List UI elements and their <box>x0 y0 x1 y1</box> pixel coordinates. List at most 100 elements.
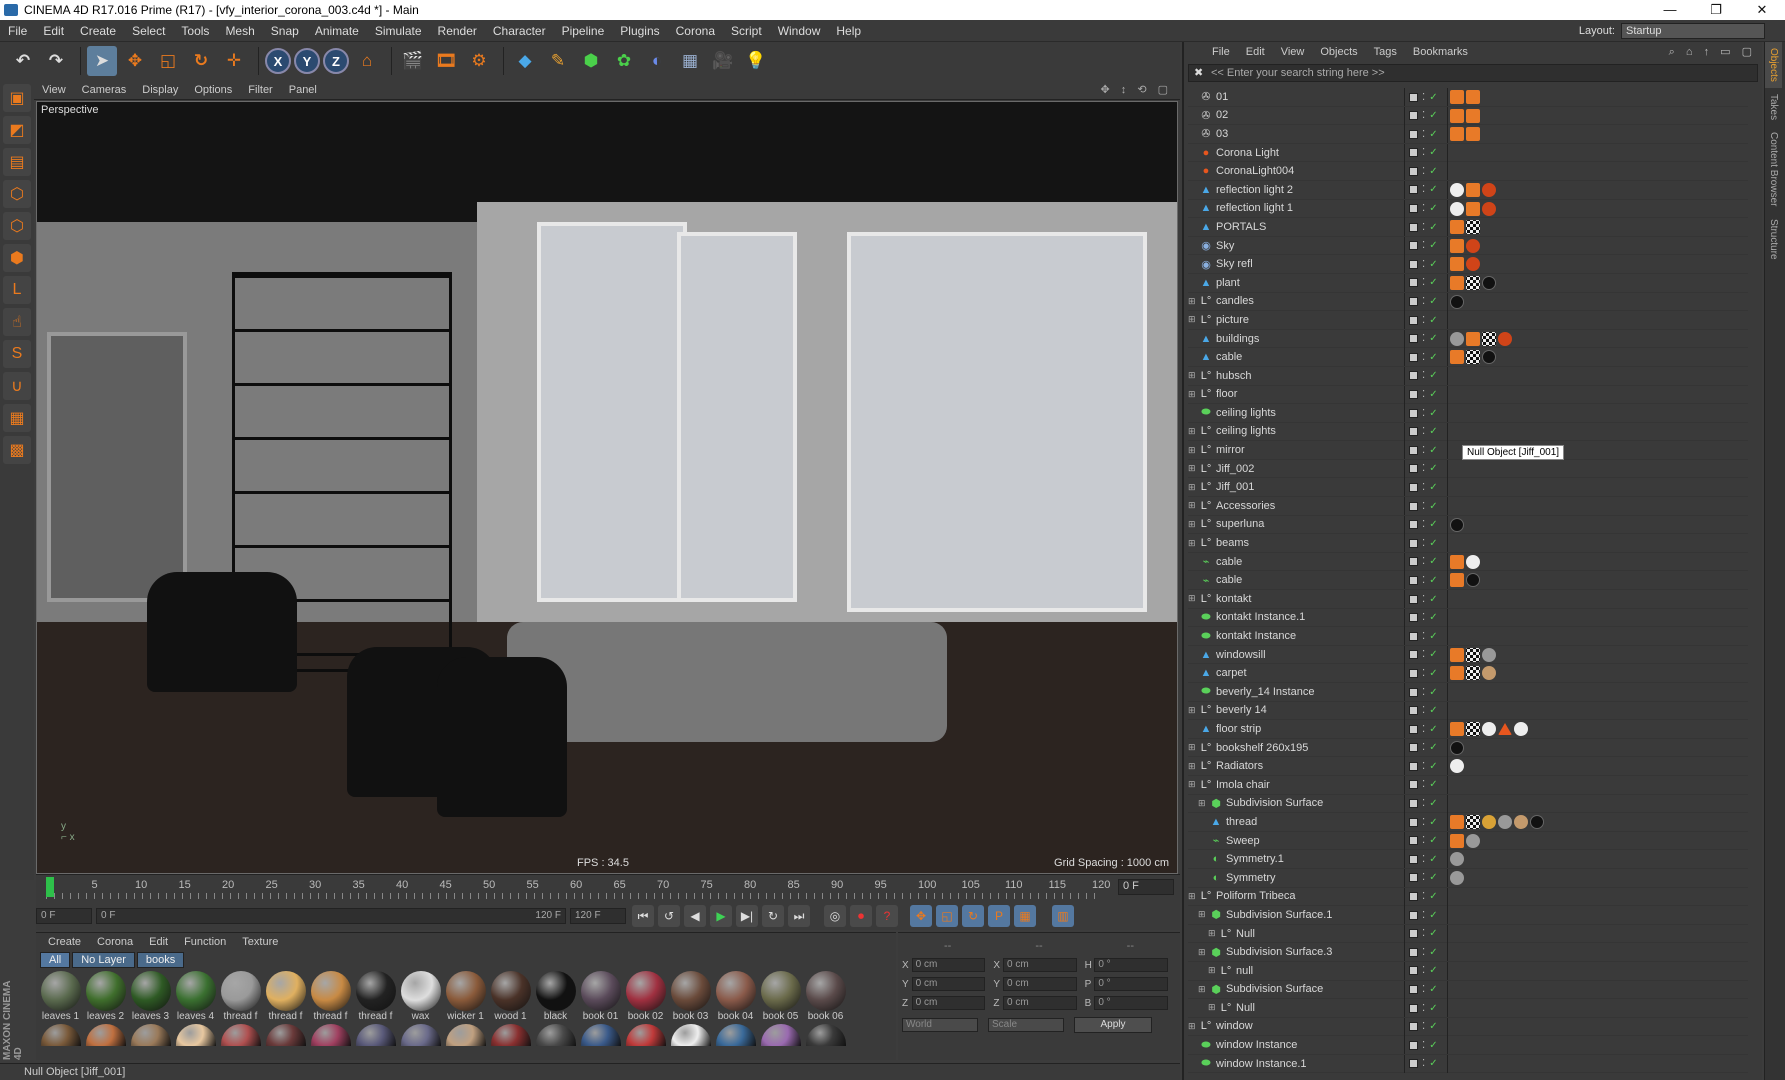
layer-box[interactable] <box>1409 799 1418 809</box>
objects-menu-bookmarks[interactable]: Bookmarks <box>1405 46 1476 58</box>
enabled-check-icon[interactable]: ✓ <box>1429 984 1437 995</box>
objects-toolbar-icons[interactable]: ⌕ ⌂ ↑ ▭ ▢ <box>1669 45 1756 59</box>
enabled-check-icon[interactable]: ✓ <box>1429 166 1437 177</box>
visibility-dots-icon[interactable]: ⁚ <box>1422 352 1425 363</box>
tag-red-icon[interactable] <box>1498 331 1512 346</box>
visibility-dots-icon[interactable]: ⁚ <box>1422 259 1425 270</box>
enabled-check-icon[interactable]: ✓ <box>1429 389 1437 400</box>
coord-rotation-field[interactable]: 0 ° <box>1094 958 1168 972</box>
material-swatch[interactable] <box>128 1024 173 1046</box>
enabled-check-icon[interactable]: ✓ <box>1429 910 1437 921</box>
object-row[interactable]: ⬬ ceiling lights ⁚ ✓ <box>1188 404 1748 423</box>
visibility-flags[interactable]: ⁚ ✓ <box>1404 329 1448 348</box>
visibility-flags[interactable]: ⁚ ✓ <box>1404 404 1448 423</box>
layer-box[interactable] <box>1409 259 1418 269</box>
material-swatch[interactable]: leaves 2 <box>83 971 128 1022</box>
material-swatch[interactable]: wax <box>398 971 443 1022</box>
tag-orange-icon[interactable] <box>1466 201 1480 216</box>
material-swatch[interactable] <box>263 1024 308 1046</box>
current-frame-field[interactable]: 0 F <box>1118 879 1174 895</box>
tag-orange-icon[interactable] <box>1450 257 1464 272</box>
visibility-dots-icon[interactable]: ⁚ <box>1422 594 1425 605</box>
material-swatch[interactable] <box>713 1024 758 1046</box>
visibility-dots-icon[interactable]: ⁚ <box>1422 315 1425 326</box>
tag-orange-icon[interactable] <box>1450 666 1464 681</box>
object-row[interactable]: ▲ carpet ⁚ ✓ <box>1188 664 1748 683</box>
enabled-check-icon[interactable]: ✓ <box>1429 872 1437 883</box>
enabled-check-icon[interactable]: ✓ <box>1429 408 1437 419</box>
coord-rotation-field[interactable]: 0 ° <box>1094 977 1168 991</box>
menu-render[interactable]: Render <box>430 24 485 38</box>
material-swatch[interactable]: thread f <box>218 971 263 1022</box>
visibility-dots-icon[interactable]: ⁚ <box>1422 872 1425 883</box>
material-swatch[interactable]: black <box>533 971 578 1022</box>
tag-grey-icon[interactable] <box>1498 815 1512 830</box>
visibility-dots-icon[interactable]: ⁚ <box>1422 370 1425 381</box>
visibility-flags[interactable]: ⁚ ✓ <box>1404 850 1448 869</box>
visibility-flags[interactable]: ⁚ ✓ <box>1404 794 1448 813</box>
coord-size-mode-dropdown[interactable]: Scale <box>988 1018 1064 1032</box>
layer-box[interactable] <box>1409 557 1418 567</box>
tag-orange-icon[interactable] <box>1466 108 1480 123</box>
material-menu-function[interactable]: Function <box>176 936 234 948</box>
go-to-end-icon[interactable]: ⏭ <box>788 905 810 927</box>
visibility-dots-icon[interactable]: ⁚ <box>1422 519 1425 530</box>
visibility-flags[interactable]: ⁚ ✓ <box>1404 980 1448 999</box>
visibility-dots-icon[interactable]: ⁚ <box>1422 463 1425 474</box>
enabled-check-icon[interactable]: ✓ <box>1429 538 1437 549</box>
visibility-flags[interactable]: ⁚ ✓ <box>1404 125 1448 144</box>
material-swatch[interactable] <box>623 1024 668 1046</box>
visibility-dots-icon[interactable]: ⁚ <box>1422 408 1425 419</box>
object-row[interactable]: ⊞ ⬢ Subdivision Surface ⁚ ✓ <box>1188 980 1748 1000</box>
visibility-dots-icon[interactable]: ⁚ <box>1422 854 1425 865</box>
enabled-check-icon[interactable]: ✓ <box>1429 594 1437 605</box>
enabled-check-icon[interactable]: ✓ <box>1429 445 1437 456</box>
enabled-check-icon[interactable]: ✓ <box>1429 184 1437 195</box>
layer-box[interactable] <box>1409 390 1418 399</box>
enabled-check-icon[interactable]: ✓ <box>1429 501 1437 512</box>
visibility-dots-icon[interactable]: ⁚ <box>1422 1058 1425 1069</box>
material-swatch[interactable] <box>173 1024 218 1046</box>
expand-toggle-icon[interactable]: ⊞ <box>1188 742 1198 753</box>
object-row[interactable]: ⊞ L° bookshelf 260x195 ⁚ ✓ <box>1188 738 1748 758</box>
material-swatch[interactable]: thread f <box>308 971 353 1022</box>
camera-icon[interactable]: 🎥 <box>708 46 738 76</box>
layer-box[interactable] <box>1409 148 1418 158</box>
visibility-flags[interactable]: ⁚ ✓ <box>1404 887 1448 906</box>
layer-box[interactable] <box>1409 836 1418 846</box>
objects-menu-file[interactable]: File <box>1204 46 1238 58</box>
tag-black-icon[interactable] <box>1466 573 1480 588</box>
visibility-dots-icon[interactable]: ⁚ <box>1422 649 1425 660</box>
workplane-lock-icon[interactable]: ▦ <box>3 404 31 432</box>
layout-dropdown[interactable]: Startup <box>1621 23 1765 39</box>
object-row[interactable]: ▲ reflection light 2 ⁚ ✓ <box>1188 180 1748 200</box>
object-row[interactable]: ⊞ L° null ⁚ ✓ <box>1188 961 1748 981</box>
object-row[interactable]: ⊞ L° beams ⁚ ✓ <box>1188 534 1748 553</box>
enabled-check-icon[interactable]: ✓ <box>1429 333 1437 344</box>
playhead[interactable] <box>46 877 54 897</box>
material-swatch[interactable]: wicker 1 <box>443 971 488 1022</box>
tag-orange-icon[interactable] <box>1450 220 1464 235</box>
object-row[interactable]: ◐ Symmetry ⁚ ✓ <box>1188 868 1748 888</box>
layer-box[interactable] <box>1409 1040 1418 1050</box>
layer-box[interactable] <box>1409 910 1418 920</box>
visibility-dots-icon[interactable]: ⁚ <box>1422 389 1425 400</box>
layer-box[interactable] <box>1409 445 1418 455</box>
enabled-check-icon[interactable]: ✓ <box>1429 724 1437 735</box>
layer-box[interactable] <box>1409 538 1418 548</box>
layer-box[interactable] <box>1409 892 1418 902</box>
material-menu-edit[interactable]: Edit <box>141 936 176 948</box>
material-swatch[interactable]: book 05 <box>758 971 803 1022</box>
enabled-check-icon[interactable]: ✓ <box>1429 612 1437 623</box>
expand-toggle-icon[interactable]: ⊞ <box>1188 1021 1198 1032</box>
tag-grey-icon[interactable] <box>1450 331 1464 346</box>
layer-box[interactable] <box>1409 1022 1418 1032</box>
visibility-dots-icon[interactable]: ⁚ <box>1422 984 1425 995</box>
enabled-check-icon[interactable]: ✓ <box>1429 296 1437 307</box>
x-axis-lock-button[interactable]: X <box>265 48 291 74</box>
minimize-button[interactable]: — <box>1647 2 1693 18</box>
material-swatch[interactable] <box>443 1024 488 1046</box>
menu-simulate[interactable]: Simulate <box>367 24 430 38</box>
visibility-dots-icon[interactable]: ⁚ <box>1422 928 1425 939</box>
visibility-dots-icon[interactable]: ⁚ <box>1422 92 1425 103</box>
